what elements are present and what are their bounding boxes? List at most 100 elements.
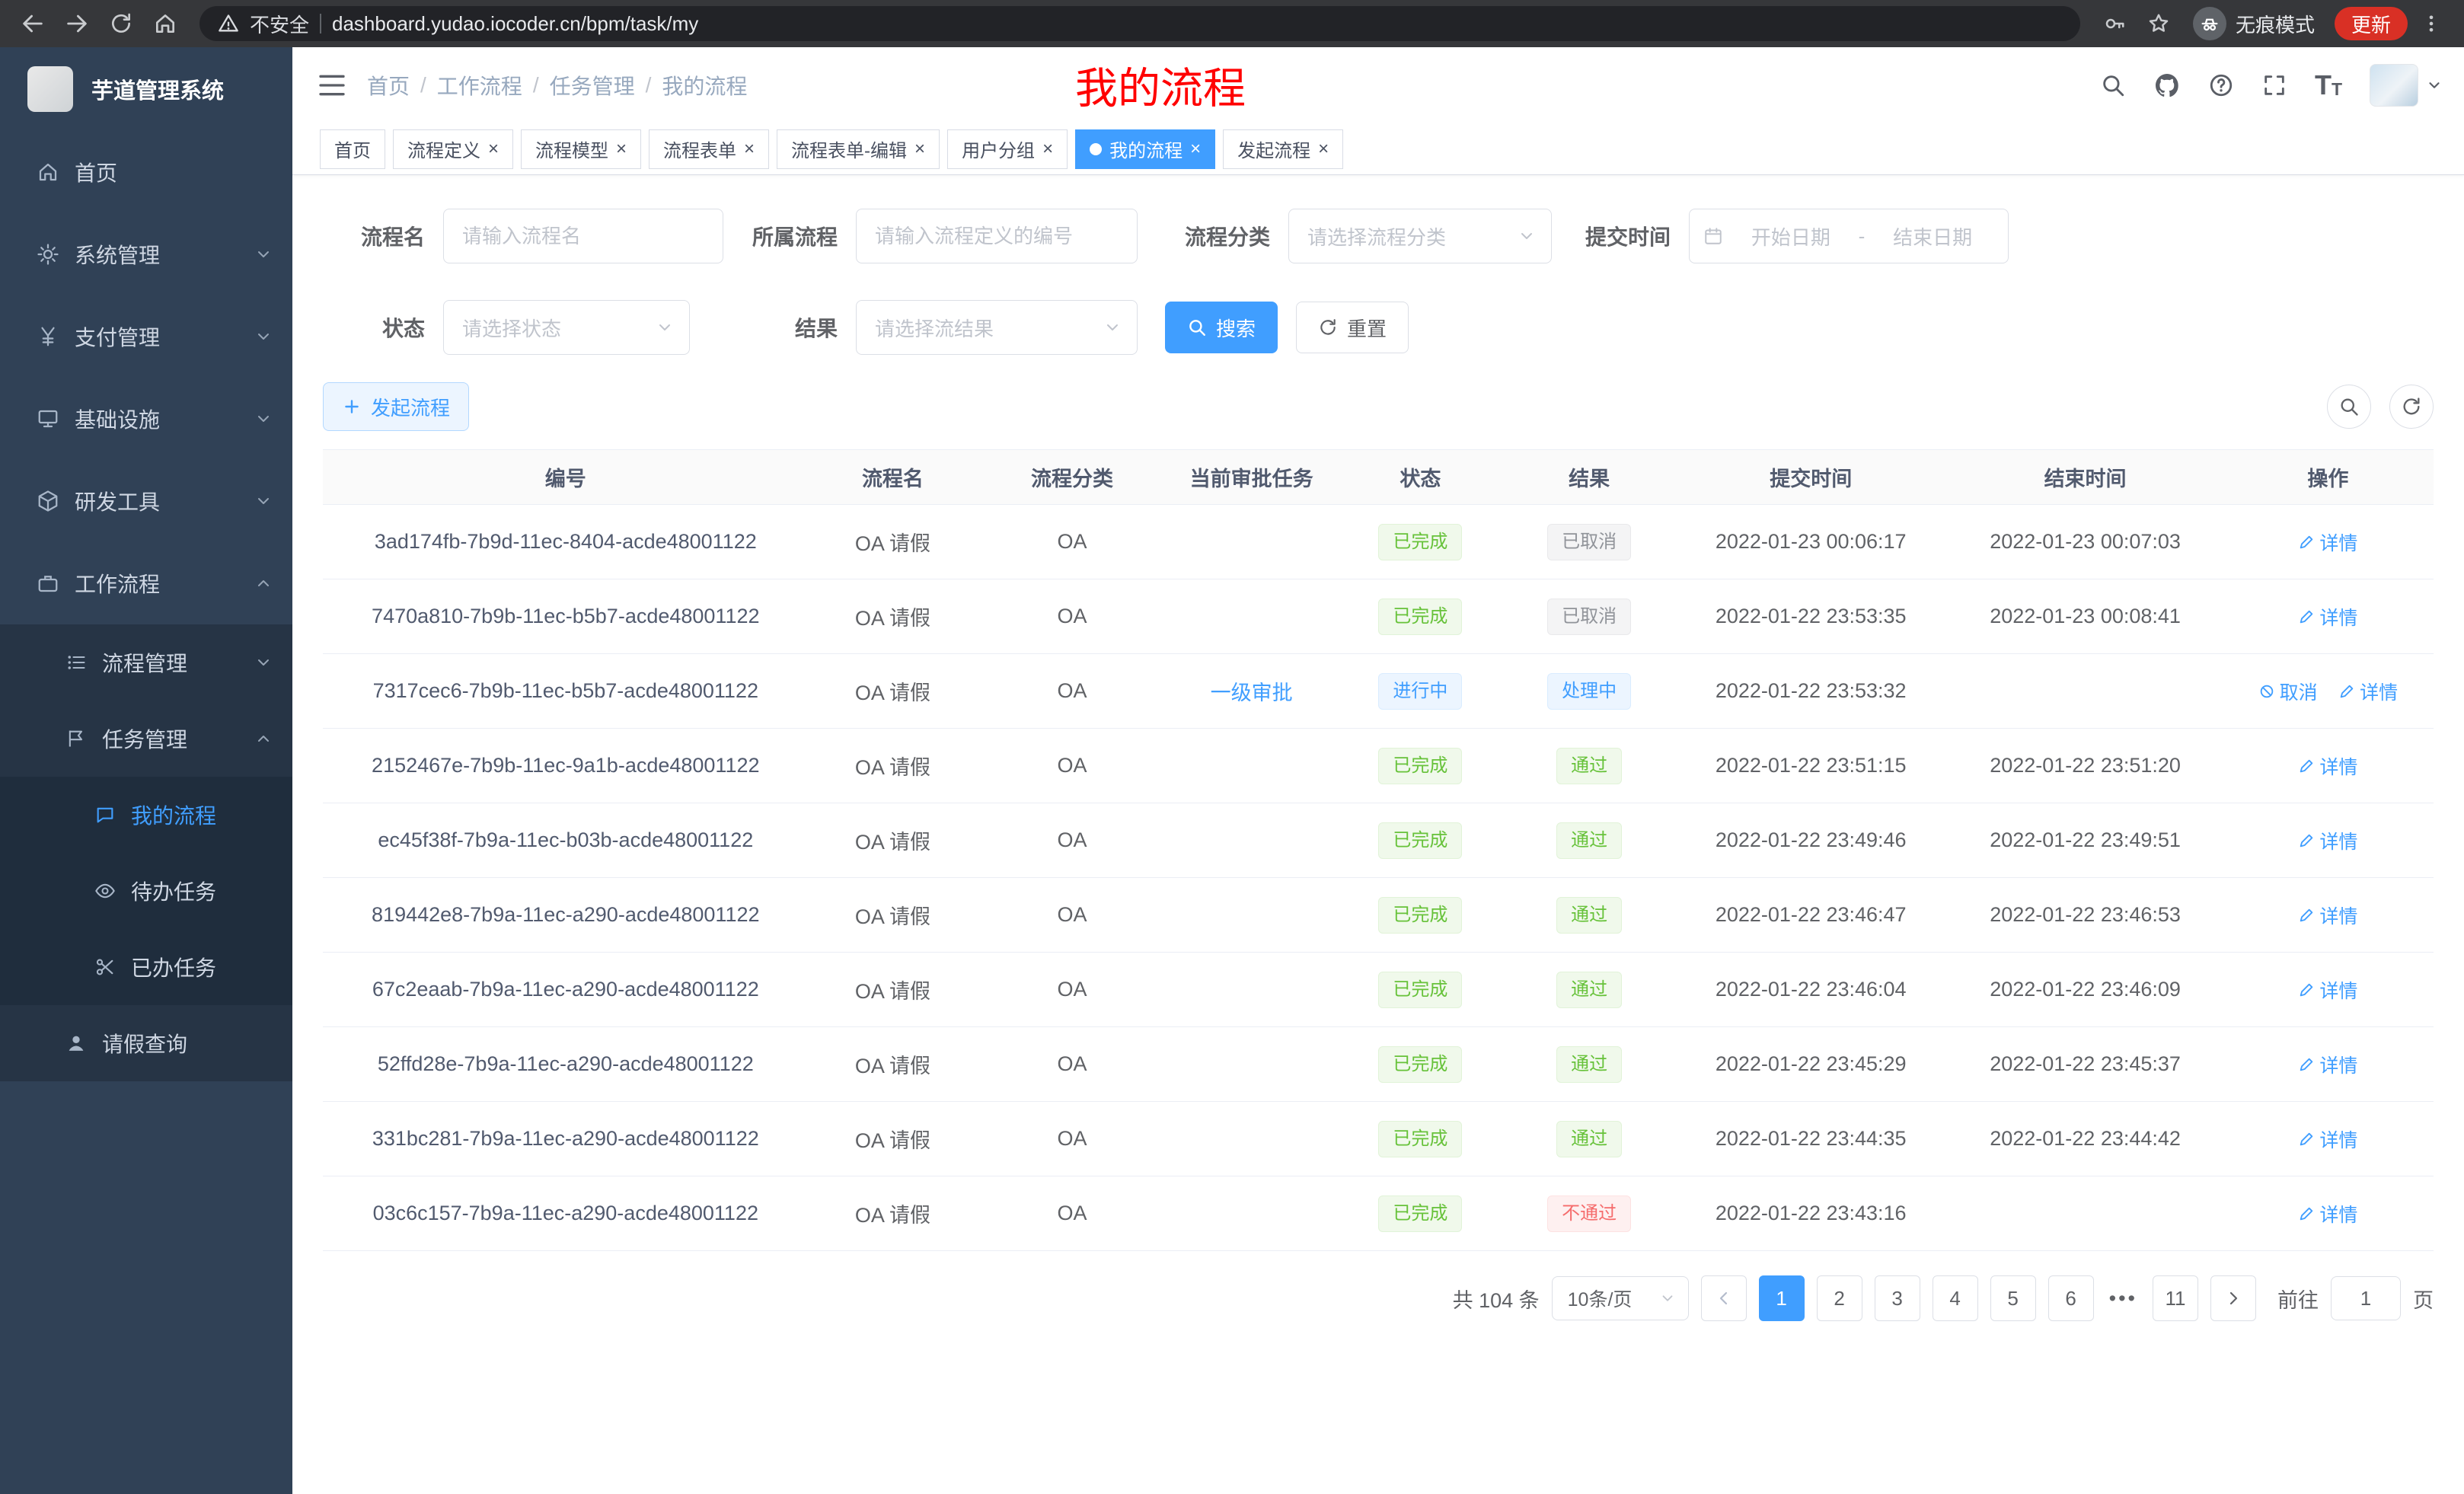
sidebar-item-process-mgmt[interactable]: 流程管理 [0, 624, 292, 701]
sidebar-item-todo-tasks[interactable]: 待办任务 [0, 853, 292, 929]
font-size-icon[interactable]: TT [2315, 72, 2342, 99]
address-bar[interactable]: 不安全 dashboard.yudao.iocoder.cn/bpm/task/… [199, 6, 2080, 41]
home-button[interactable] [145, 3, 186, 44]
more-pages-icon[interactable]: ••• [2106, 1287, 2140, 1310]
sidebar-item-workflow[interactable]: 工作流程 [0, 542, 292, 624]
filter-label-status: 状态 [323, 312, 425, 343]
col-category: 流程分类 [977, 450, 1167, 505]
sidebar-item-leave-query[interactable]: 请假查询 [0, 1005, 292, 1081]
page-button[interactable]: 4 [1933, 1275, 1978, 1321]
page-size-select[interactable]: 10条/页 [1552, 1276, 1689, 1320]
category-select[interactable]: 请选择流程分类 [1288, 209, 1552, 263]
close-icon[interactable]: × [616, 140, 627, 158]
forward-button[interactable] [56, 3, 97, 44]
table-header-row: 编号 流程名 流程分类 当前审批任务 状态 结果 提交时间 结束时间 操作 [323, 450, 2434, 505]
col-id: 编号 [323, 450, 809, 505]
bookmark-star-icon[interactable] [2138, 3, 2179, 44]
table-row: ec45f38f-7b9a-11ec-b03b-acde48001122 OA … [323, 803, 2434, 878]
detail-link[interactable]: 详情 [2298, 752, 2357, 780]
result-badge: 通过 [1556, 1121, 1622, 1157]
result-badge: 不通过 [1547, 1196, 1631, 1232]
close-icon[interactable]: × [1190, 140, 1201, 158]
tab-home[interactable]: 首页 [320, 129, 385, 169]
detail-link[interactable]: 详情 [2338, 678, 2398, 705]
pencil-icon [2298, 1131, 2315, 1148]
sidebar-item-infra[interactable]: 基础设施 [0, 378, 292, 460]
tab-my-process[interactable]: 我的流程× [1075, 129, 1215, 169]
reset-button[interactable]: 重置 [1296, 302, 1409, 353]
breadcrumb-item[interactable]: 首页 [367, 70, 410, 101]
password-key-icon[interactable] [2094, 3, 2135, 44]
result-badge: 已取消 [1547, 524, 1631, 560]
sidebar-item-task-mgmt[interactable]: 任务管理 [0, 701, 292, 777]
fullscreen-icon[interactable] [2261, 72, 2287, 98]
refresh-table-button[interactable] [2389, 385, 2434, 429]
tab-user-group[interactable]: 用户分组× [947, 129, 1068, 169]
search-icon[interactable] [2100, 72, 2126, 98]
process-def-input[interactable] [856, 209, 1138, 263]
search-button[interactable]: 搜索 [1165, 302, 1278, 353]
tab-process-form-edit[interactable]: 流程表单-编辑× [777, 129, 940, 169]
sidebar-toggle-icon[interactable] [311, 64, 353, 107]
filter-label-result: 结果 [752, 312, 838, 343]
cancel-link[interactable]: 取消 [2258, 678, 2318, 705]
tab-process-definition[interactable]: 流程定义× [393, 129, 513, 169]
process-name-input[interactable] [443, 209, 723, 263]
next-page-button[interactable] [2210, 1275, 2256, 1321]
github-icon[interactable] [2153, 72, 2181, 99]
user-icon [65, 1033, 87, 1054]
detail-link[interactable]: 详情 [2298, 1200, 2357, 1227]
page-button-last[interactable]: 11 [2153, 1275, 2198, 1321]
tab-process-form[interactable]: 流程表单× [649, 129, 769, 169]
sidebar-item-system[interactable]: 系统管理 [0, 213, 292, 295]
task-link[interactable]: 一级审批 [1211, 682, 1293, 704]
tab-start-process[interactable]: 发起流程× [1223, 129, 1343, 169]
breadcrumb-item[interactable]: 任务管理 [550, 70, 635, 101]
close-icon[interactable]: × [744, 140, 755, 158]
reload-button[interactable] [101, 3, 142, 44]
help-icon[interactable] [2208, 72, 2234, 98]
result-select[interactable]: 请选择流结果 [856, 300, 1138, 355]
prev-page-button[interactable] [1701, 1275, 1747, 1321]
close-icon[interactable]: × [1042, 140, 1053, 158]
back-button[interactable] [12, 3, 53, 44]
status-select[interactable]: 请选择状态 [443, 300, 690, 355]
page-button[interactable]: 5 [1990, 1275, 2036, 1321]
page-button[interactable]: 6 [2048, 1275, 2094, 1321]
detail-link[interactable]: 详情 [2298, 1051, 2357, 1078]
detail-link[interactable]: 详情 [2298, 1125, 2357, 1153]
status-badge: 已完成 [1378, 822, 1462, 859]
app-logo[interactable]: 芋道管理系统 [0, 47, 292, 131]
close-icon[interactable]: × [1318, 140, 1329, 158]
submit-time-range[interactable]: 开始日期 - 结束日期 [1689, 209, 2009, 263]
toggle-search-button[interactable] [2327, 385, 2371, 429]
update-button[interactable]: 更新 [2335, 7, 2408, 40]
user-menu[interactable] [2370, 64, 2443, 107]
detail-link[interactable]: 详情 [2298, 902, 2357, 929]
chevron-down-icon [254, 327, 273, 346]
sidebar-item-my-process[interactable]: 我的流程 [0, 777, 292, 853]
goto-unit: 页 [2413, 1284, 2434, 1314]
browser-menu-icon[interactable] [2411, 3, 2452, 44]
tab-process-model[interactable]: 流程模型× [521, 129, 641, 169]
detail-link[interactable]: 详情 [2298, 528, 2357, 556]
sidebar-item-payment[interactable]: 支付管理 [0, 295, 292, 378]
navbar: 首页 / 工作流程 / 任务管理 / 我的流程 我的流程 TT [292, 47, 2464, 123]
sidebar-item-devtools[interactable]: 研发工具 [0, 460, 292, 542]
start-process-button[interactable]: 发起流程 [323, 382, 469, 431]
detail-link[interactable]: 详情 [2298, 976, 2357, 1004]
warning-icon [218, 13, 239, 34]
breadcrumb-item[interactable]: 工作流程 [437, 70, 522, 101]
page-button[interactable]: 3 [1875, 1275, 1920, 1321]
close-icon[interactable]: × [488, 140, 499, 158]
sidebar-item-home[interactable]: 首页 [0, 131, 292, 213]
close-icon[interactable]: × [914, 140, 925, 158]
page-title-annotation: 我的流程 [1075, 55, 1246, 117]
page-button[interactable]: 1 [1759, 1275, 1805, 1321]
page-button[interactable]: 2 [1817, 1275, 1862, 1321]
detail-link[interactable]: 详情 [2298, 827, 2357, 854]
chevron-up-icon [254, 574, 273, 592]
sidebar-item-done-tasks[interactable]: 已办任务 [0, 929, 292, 1005]
goto-page-input[interactable] [2331, 1276, 2401, 1320]
detail-link[interactable]: 详情 [2298, 603, 2357, 630]
